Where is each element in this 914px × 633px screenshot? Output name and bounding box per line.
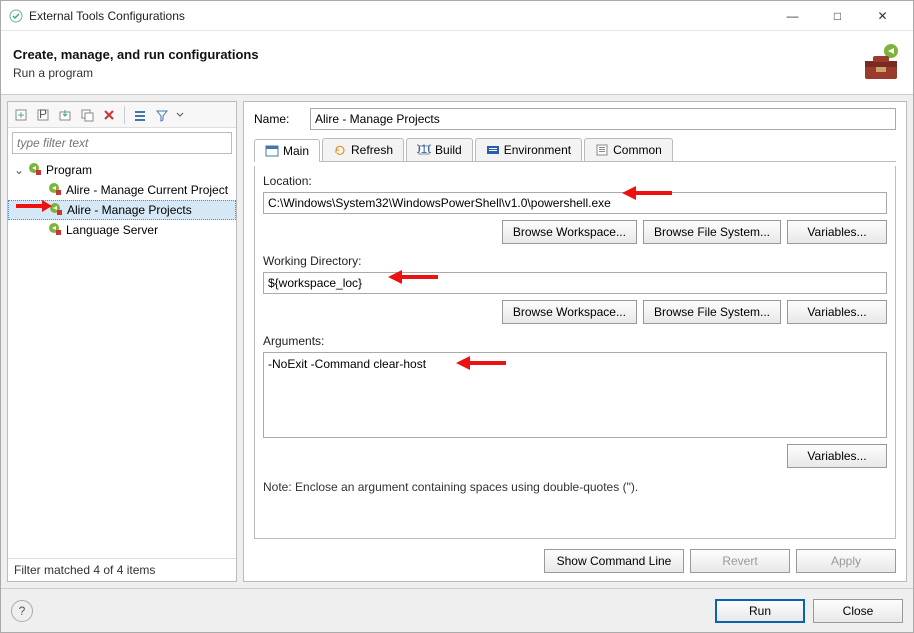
tab-refresh-label: Refresh (351, 143, 393, 157)
svg-text:P: P (39, 108, 47, 121)
close-button[interactable]: Close (813, 599, 903, 623)
toolbar-separator (124, 106, 125, 124)
expand-all-icon[interactable] (131, 106, 149, 124)
tab-build[interactable]: 010 Build (406, 138, 473, 161)
filter-dropdown-icon[interactable] (175, 106, 185, 124)
minimize-button[interactable]: ― (770, 1, 815, 31)
revert-button[interactable]: Revert (690, 549, 790, 573)
dialog-header: Create, manage, and run configurations R… (1, 31, 913, 95)
location-input[interactable] (263, 192, 887, 214)
tab-env-label: Environment (504, 143, 571, 157)
variables-button-2[interactable]: Variables... (787, 300, 887, 324)
tree-item[interactable]: Alire - Manage Current Project (8, 180, 236, 200)
apply-button[interactable]: Apply (796, 549, 896, 573)
program-icon (49, 202, 63, 219)
filter-icon[interactable] (153, 106, 171, 124)
args-textarea[interactable] (263, 352, 887, 438)
left-panel: + P ⌄ Program Alire - Manage Current Pro… (7, 101, 237, 582)
dialog-footer: ? Run Close (1, 588, 913, 632)
variables-button[interactable]: Variables... (787, 220, 887, 244)
program-icon (48, 182, 62, 199)
window-title: External Tools Configurations (29, 9, 185, 23)
filter-input[interactable] (12, 132, 232, 154)
tree-item[interactable]: Alire - Manage Projects (8, 200, 236, 220)
filter-status: Filter matched 4 of 4 items (8, 558, 236, 581)
tree-root-program[interactable]: ⌄ Program (8, 160, 236, 180)
tab-main[interactable]: Main (254, 139, 320, 162)
tree-item-label: Alire - Manage Projects (67, 203, 192, 217)
workdir-label: Working Directory: (263, 254, 887, 268)
show-command-line-button[interactable]: Show Command Line (544, 549, 684, 573)
config-tree: ⌄ Program Alire - Manage Current Project… (8, 158, 236, 558)
run-button[interactable]: Run (715, 599, 805, 623)
inner-action-row: Show Command Line Revert Apply (254, 543, 896, 573)
args-label: Arguments: (263, 334, 887, 348)
name-label: Name: (254, 112, 304, 126)
new-proto-icon[interactable]: P (34, 106, 52, 124)
browse-workspace-button-2[interactable]: Browse Workspace... (502, 300, 637, 324)
svg-text:010: 010 (417, 143, 431, 156)
svg-text:+: + (17, 108, 24, 122)
tab-common-label: Common (613, 143, 662, 157)
browse-filesystem-button-2[interactable]: Browse File System... (643, 300, 781, 324)
new-config-icon[interactable]: + (12, 106, 30, 124)
chevron-down-icon[interactable]: ⌄ (14, 163, 24, 177)
tree-item-label: Language Server (66, 223, 158, 237)
name-input[interactable] (310, 108, 896, 130)
program-type-icon (28, 162, 42, 179)
maximize-button[interactable]: □ (815, 1, 860, 31)
args-note: Note: Enclose an argument containing spa… (263, 480, 887, 494)
browse-workspace-button[interactable]: Browse Workspace... (502, 220, 637, 244)
help-icon[interactable]: ? (11, 600, 33, 622)
location-label: Location: (263, 174, 887, 188)
header-subtitle: Run a program (13, 66, 259, 80)
tab-environment[interactable]: Environment (475, 138, 582, 161)
workdir-input[interactable] (263, 272, 887, 294)
tree-item-label: Alire - Manage Current Project (66, 183, 228, 197)
name-row: Name: (254, 108, 896, 130)
tab-build-label: Build (435, 143, 462, 157)
variables-button-3[interactable]: Variables... (787, 444, 887, 468)
tab-main-label: Main (283, 144, 309, 158)
window-titlebar: External Tools Configurations ― □ ✕ (1, 1, 913, 31)
header-title: Create, manage, and run configurations (13, 47, 259, 62)
close-window-button[interactable]: ✕ (860, 1, 905, 31)
tab-body-main: Location: Browse Workspace... Browse Fil… (254, 166, 896, 539)
program-icon (48, 222, 62, 239)
export-icon[interactable] (56, 106, 74, 124)
dialog-content: + P ⌄ Program Alire - Manage Current Pro… (1, 95, 913, 588)
duplicate-icon[interactable] (78, 106, 96, 124)
tree-root-label: Program (46, 163, 92, 177)
right-panel: Name: Main Refresh 010 Build Environment (243, 101, 907, 582)
tree-item[interactable]: Language Server (8, 220, 236, 240)
tab-common[interactable]: Common (584, 138, 673, 161)
left-toolbar: + P (8, 102, 236, 128)
tab-bar: Main Refresh 010 Build Environment Commo… (254, 138, 896, 162)
app-icon (9, 9, 23, 23)
tab-refresh[interactable]: Refresh (322, 138, 404, 161)
header-brand-icon (859, 41, 901, 86)
browse-filesystem-button[interactable]: Browse File System... (643, 220, 781, 244)
delete-icon[interactable] (100, 106, 118, 124)
